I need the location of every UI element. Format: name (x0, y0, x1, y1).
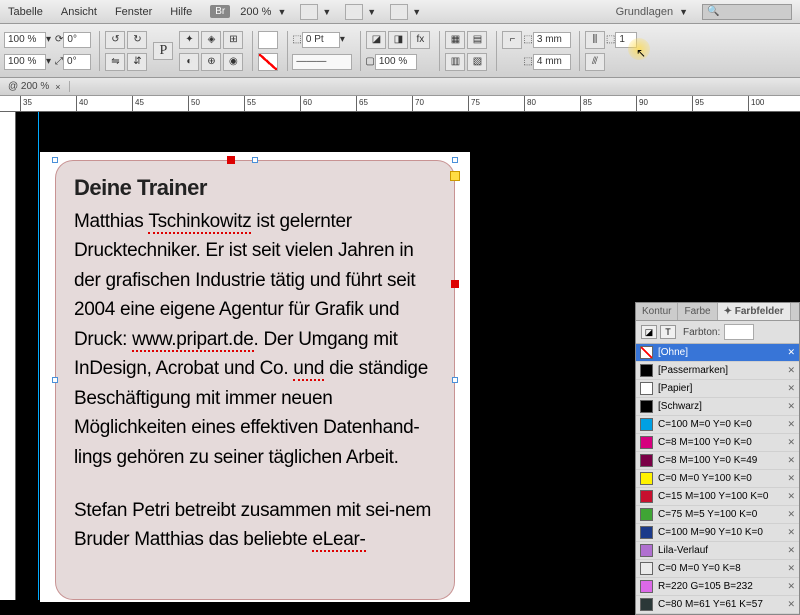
dropdown-icon[interactable]: ▾ (46, 34, 51, 45)
flip-h-icon[interactable]: ⇋ (105, 53, 125, 71)
control-toolbar: 100 %▾ 100 %▾ ⟳0° ⤢0° ↺↻⇋⇵ P ✦◈⊞◐⊕◉ ⬚0 P… (0, 24, 800, 78)
text-frame[interactable]: Deine Trainer Matthias Tschinkowitz ist … (55, 160, 455, 600)
flip-v-icon[interactable]: ⇵ (127, 53, 147, 71)
swatch-item[interactable]: Lila-Verlauf✕ (636, 542, 799, 560)
overset-indicator[interactable] (451, 280, 459, 288)
dropdown-icon[interactable]: ▼ (412, 7, 421, 17)
search-input[interactable]: 🔍 (702, 4, 792, 20)
view-mode-icon[interactable] (300, 4, 318, 20)
swatch-item[interactable]: [Papier]✕ (636, 380, 799, 398)
scale-y-input[interactable]: 100 % (4, 54, 46, 70)
swatch-item[interactable]: C=8 M=100 Y=0 K=49✕ (636, 452, 799, 470)
swatch-item[interactable]: C=100 M=90 Y=10 K=0✕ (636, 524, 799, 542)
stroke-weight-input[interactable]: 0 Pt (302, 32, 340, 48)
tool-icon[interactable]: ⊞ (223, 31, 243, 49)
vertical-ruler[interactable] (0, 112, 16, 600)
corner-icon[interactable]: ⌐ (502, 31, 522, 49)
tab-farbe[interactable]: Farbe (678, 303, 717, 320)
tool-icon[interactable]: ✦ (179, 31, 199, 49)
body-text: Stefan Petri betreibt zusammen mit sei-n… (74, 496, 436, 555)
swatch-item[interactable]: [Passermarken]✕ (636, 362, 799, 380)
selection-handle[interactable] (52, 157, 58, 163)
overset-indicator[interactable] (227, 156, 235, 164)
wrap-bbox-icon[interactable]: ▤ (467, 31, 487, 49)
swatch-item[interactable]: [Ohne]✕ (636, 344, 799, 362)
effects-icon[interactable]: ◪ (366, 31, 386, 49)
fill-proxy-icon[interactable]: ◪ (641, 325, 657, 339)
rotate-input[interactable]: 0° (63, 32, 91, 48)
selection-handle[interactable] (452, 157, 458, 163)
corner-radius-input[interactable]: 3 mm (533, 32, 571, 48)
screen-mode-icon[interactable] (345, 4, 363, 20)
wrap-jump-icon[interactable]: ▧ (467, 53, 487, 71)
document-tab[interactable]: @ 200 %× (0, 81, 70, 92)
stroke-swatch[interactable] (258, 53, 278, 71)
scale-x-input[interactable]: 100 % (4, 32, 46, 48)
horizontal-ruler[interactable]: 35404550556065707580859095100 (0, 96, 800, 112)
corner-live-icon[interactable] (450, 171, 460, 181)
swatch-item[interactable]: R=220 G=105 B=232✕ (636, 578, 799, 596)
menu-ansicht[interactable]: Ansicht (61, 6, 97, 18)
guide-line[interactable] (38, 112, 39, 600)
swatch-item[interactable]: C=100 M=0 Y=0 K=0✕ (636, 416, 799, 434)
opacity-input[interactable]: 100 % (375, 54, 417, 70)
canvas[interactable]: Deine Trainer Matthias Tschinkowitz ist … (0, 112, 800, 600)
fill-swatch[interactable] (258, 31, 278, 49)
tab-farbfelder[interactable]: ✦ Farbfelder (718, 303, 791, 320)
swatch-item[interactable]: C=0 M=0 Y=100 K=0✕ (636, 470, 799, 488)
dropdown-icon[interactable]: ▾ (46, 56, 51, 67)
document-tabs: @ 200 %× (0, 78, 800, 96)
dropdown-icon[interactable]: ▼ (679, 7, 688, 17)
close-icon[interactable]: × (55, 82, 60, 92)
wrap-none-icon[interactable]: ▦ (445, 31, 465, 49)
selection-handle[interactable] (252, 157, 258, 163)
menu-hilfe[interactable]: Hilfe (170, 6, 192, 18)
corner-radius2-input[interactable]: 4 mm (533, 54, 571, 70)
zoom-level[interactable]: 200 % (240, 6, 271, 18)
selection-handle[interactable] (452, 377, 458, 383)
point-type-icon[interactable]: P (153, 42, 173, 60)
swatch-item[interactable]: C=0 M=0 Y=0 K=8✕ (636, 560, 799, 578)
columns-input[interactable]: 1 (615, 32, 637, 48)
body-text: Matthias Tschinkowitz ist gelernter Druc… (74, 207, 436, 472)
rotate-cw-icon[interactable]: ↻ (127, 31, 147, 49)
tint-label: Farbton: (683, 327, 720, 338)
opacity-icon[interactable]: ◨ (388, 31, 408, 49)
dropdown-icon[interactable]: ▼ (367, 7, 376, 17)
selection-handle[interactable] (52, 377, 58, 383)
heading-text: Deine Trainer (74, 175, 436, 201)
tab-kontur[interactable]: Kontur (636, 303, 678, 320)
text-proxy-icon[interactable]: T (660, 325, 676, 339)
swatch-item[interactable]: C=8 M=100 Y=0 K=0✕ (636, 434, 799, 452)
shear-input[interactable]: 0° (63, 54, 91, 70)
arrange-icon[interactable] (390, 4, 408, 20)
tool-icon[interactable]: ⊕ (201, 53, 221, 71)
tool-icon[interactable]: ◐ (179, 53, 199, 71)
gutter-icon[interactable]: ⫻ (585, 53, 605, 71)
tool-icon[interactable]: ◉ (223, 53, 243, 71)
wrap-shape-icon[interactable]: ▥ (445, 53, 465, 71)
bridge-badge[interactable]: Br (210, 5, 230, 18)
menu-tabelle[interactable]: Tabelle (8, 6, 43, 18)
swatches-panel: Kontur Farbe ✦ Farbfelder ◪ T Farbton: [… (635, 302, 800, 615)
tool-icon[interactable]: ◈ (201, 31, 221, 49)
swatch-item[interactable]: C=80 M=61 Y=61 K=57✕ (636, 596, 799, 614)
stroke-style-input[interactable]: ——— (292, 54, 352, 70)
workspace-label[interactable]: Grundlagen (616, 6, 674, 18)
zoom-dropdown-icon[interactable]: ▼ (277, 7, 286, 17)
menubar: Tabelle Ansicht Fenster Hilfe Br 200 %▼ … (0, 0, 800, 24)
swatch-item[interactable]: C=15 M=100 Y=100 K=0✕ (636, 488, 799, 506)
menu-fenster[interactable]: Fenster (115, 6, 152, 18)
rotate-ccw-icon[interactable]: ↺ (105, 31, 125, 49)
search-icon: 🔍 (707, 6, 719, 17)
tint-input[interactable] (724, 324, 754, 340)
swatch-item[interactable]: C=75 M=5 Y=100 K=0✕ (636, 506, 799, 524)
dropdown-icon[interactable]: ▾ (340, 34, 345, 45)
swatch-item[interactable]: [Schwarz]✕ (636, 398, 799, 416)
swatch-list: [Ohne]✕[Passermarken]✕[Papier]✕[Schwarz]… (636, 344, 799, 614)
dropdown-icon[interactable]: ▼ (322, 7, 331, 17)
columns-icon[interactable]: ⫼ (585, 31, 605, 49)
fx-icon[interactable]: fx (410, 31, 430, 49)
